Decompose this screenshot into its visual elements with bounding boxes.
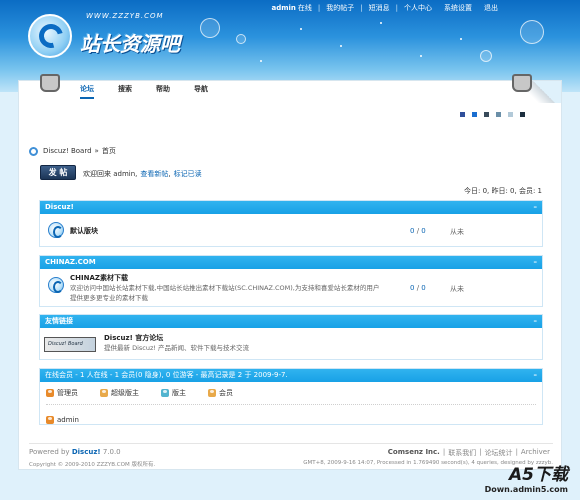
forum-counts: 0 / 0 (410, 284, 426, 292)
current-username[interactable]: admin (266, 4, 298, 12)
nav-user-center[interactable]: 个人中心 (398, 3, 438, 13)
site-logo-text[interactable]: 站长资源吧 (80, 28, 180, 57)
powered-by: Powered by Discuz! 7.0.0 (29, 448, 121, 456)
forum-status-icon (48, 222, 64, 238)
archiver-link[interactable]: Archiver (518, 448, 553, 458)
breadcrumb-current: 首页 (101, 147, 116, 155)
forum-last-post: 从未 (450, 228, 464, 236)
stats-link[interactable]: 论坛统计 (482, 448, 516, 458)
category-header[interactable]: 友情链接 – (40, 315, 542, 328)
watermark-big: A5下载 (509, 465, 568, 485)
nav-settings[interactable]: 系统设置 (438, 3, 478, 13)
welcome-text: 欢迎回来 admin, (83, 170, 138, 178)
watermark: A5下载 Down.admin5.com (485, 460, 568, 494)
forum-category-discuz: Discuz! – 默认版块 0 / 0 从未 (39, 200, 543, 247)
super-mod-user-icon (100, 389, 108, 397)
collapse-icon[interactable]: – (534, 201, 538, 214)
link-name[interactable]: Discuz! 官方论坛 (104, 333, 163, 343)
online-status-label: 在线 (297, 4, 312, 12)
forum-name[interactable]: CHINAZ素材下载 (70, 273, 128, 283)
category-title[interactable]: Discuz! (45, 203, 74, 211)
discuz-link-logo[interactable]: Discuz! Board (44, 337, 96, 352)
online-header[interactable]: 在线会员 - 1 人在线 - 1 会员(0 隐身), 0 位游客 - 最高记录是… (40, 369, 542, 382)
theme-swatch[interactable] (460, 112, 465, 117)
breadcrumb-board-link[interactable]: Discuz! Board (43, 147, 92, 155)
forum-counts: 0 / 0 (410, 227, 426, 235)
theme-swatch[interactable] (520, 112, 525, 117)
admin-user-icon (46, 416, 54, 424)
new-post-button[interactable]: 发 帖 (40, 165, 76, 180)
nav-tab-help[interactable]: 帮助 (156, 84, 170, 99)
logo-url: WWW.ZZZYB.COM (86, 12, 164, 20)
category-title[interactable]: CHINAZ.COM (45, 258, 96, 266)
forum-row: CHINAZ素材下载 欢迎访问中国站长站素材下载,中国站长站推出素材下载站(SC… (40, 269, 542, 306)
forum-row: 默认版块 0 / 0 从未 (40, 214, 542, 246)
nav-my-posts[interactable]: 我的帖子 (320, 3, 360, 13)
online-username[interactable]: admin (57, 416, 79, 424)
theme-swatch[interactable] (508, 112, 513, 117)
theme-swatch[interactable] (484, 112, 489, 117)
site-header: WWW.ZZZYB.COM 站长资源吧 admin 在线 | 我的帖子 | 短消… (0, 0, 580, 92)
bubble-decoration (480, 50, 492, 62)
forum-status-icon (48, 277, 64, 293)
category-title[interactable]: 友情链接 (45, 317, 73, 325)
nav-tab-guide[interactable]: 导航 (194, 84, 208, 99)
paper-clip-decoration (40, 74, 60, 92)
friend-links-section: 友情链接 – Discuz! Board Discuz! 官方论坛 提供最新 D… (39, 314, 543, 360)
footer-links: Comsenz Inc. | 联系我们 | 论坛统计 | Archiver (385, 448, 553, 458)
collapse-icon[interactable]: – (534, 369, 538, 382)
admin-user-icon (46, 389, 54, 397)
top-user-nav: admin 在线 | 我的帖子 | 短消息 | 个人中心 系统设置 退出 (266, 3, 505, 13)
welcome-message: 欢迎回来 admin, 查看新帖, 标记已读 (83, 170, 202, 178)
view-new-posts-link[interactable]: 查看新帖 (140, 170, 168, 178)
nav-logout[interactable]: 退出 (478, 3, 504, 13)
forum-last-post: 从未 (450, 285, 464, 293)
breadcrumb-separator: » (94, 147, 99, 155)
nav-messages[interactable]: 短消息 (363, 3, 396, 13)
board-stats: 今日: 0, 昨日: 0, 会员: 1 (463, 187, 542, 195)
mark-read-link[interactable]: 标记已读 (174, 170, 202, 178)
forum-category-chinaz: CHINAZ.COM – CHINAZ素材下载 欢迎访问中国站长站素材下载,中国… (39, 255, 543, 307)
online-body: 管理员 超级版主 版主 会员 admin (40, 382, 542, 424)
link-description: 提供最新 Discuz! 产品新闻、软件下载与技术交流 (104, 344, 250, 352)
footer-divider (29, 443, 553, 444)
theme-swatch[interactable] (496, 112, 501, 117)
online-user-item[interactable]: admin (46, 416, 79, 424)
contact-link[interactable]: 联系我们 (445, 448, 479, 458)
usergroup-legend: 管理员 超级版主 版主 会员 (46, 388, 255, 398)
link-row: Discuz! Board Discuz! 官方论坛 提供最新 Discuz! … (40, 328, 542, 359)
nav-tab-search[interactable]: 搜索 (118, 84, 132, 99)
copyright: Copyright © 2009-2010 ZZZYB.COM 版权所有. (29, 462, 156, 468)
online-summary: 在线会员 - 1 人在线 - 1 会员(0 隐身), 0 位游客 - 最高记录是… (45, 371, 288, 379)
legend-item: 管理员 (46, 388, 78, 398)
discuz-link[interactable]: Discuz! (72, 448, 101, 456)
watermark-small: Down.admin5.com (484, 485, 568, 494)
member-user-icon (208, 389, 216, 397)
legend-item: 会员 (208, 388, 233, 398)
theme-swatch[interactable] (472, 112, 477, 117)
category-header[interactable]: Discuz! – (40, 201, 542, 214)
nav-tab-forum[interactable]: 论坛 (80, 84, 94, 99)
legend-item: 版主 (161, 388, 186, 398)
page-curl-decoration (527, 81, 561, 103)
main-nav: 论坛 搜索 帮助 导航 (80, 84, 232, 99)
home-icon (29, 146, 38, 156)
bubble-decoration (520, 20, 544, 44)
breadcrumb: Discuz! Board » 首页 (29, 146, 116, 156)
collapse-icon[interactable]: – (534, 256, 538, 269)
theme-swatches (460, 112, 532, 117)
legend-item: 超级版主 (100, 388, 139, 398)
divider (46, 404, 536, 405)
category-header[interactable]: CHINAZ.COM – (40, 256, 542, 269)
comsenz-link[interactable]: Comsenz Inc. (385, 448, 443, 458)
bubble-decoration (200, 18, 220, 38)
collapse-icon[interactable]: – (534, 315, 538, 328)
moderator-user-icon (161, 389, 169, 397)
forum-name[interactable]: 默认版块 (70, 226, 98, 236)
forum-description: 欢迎访问中国站长站素材下载,中国站长站推出素材下载站(SC.CHINAZ.COM… (70, 284, 380, 302)
online-users-section: 在线会员 - 1 人在线 - 1 会员(0 隐身), 0 位游客 - 最高记录是… (39, 368, 543, 425)
bubble-decoration (236, 34, 246, 44)
paper-clip-decoration (512, 74, 532, 92)
